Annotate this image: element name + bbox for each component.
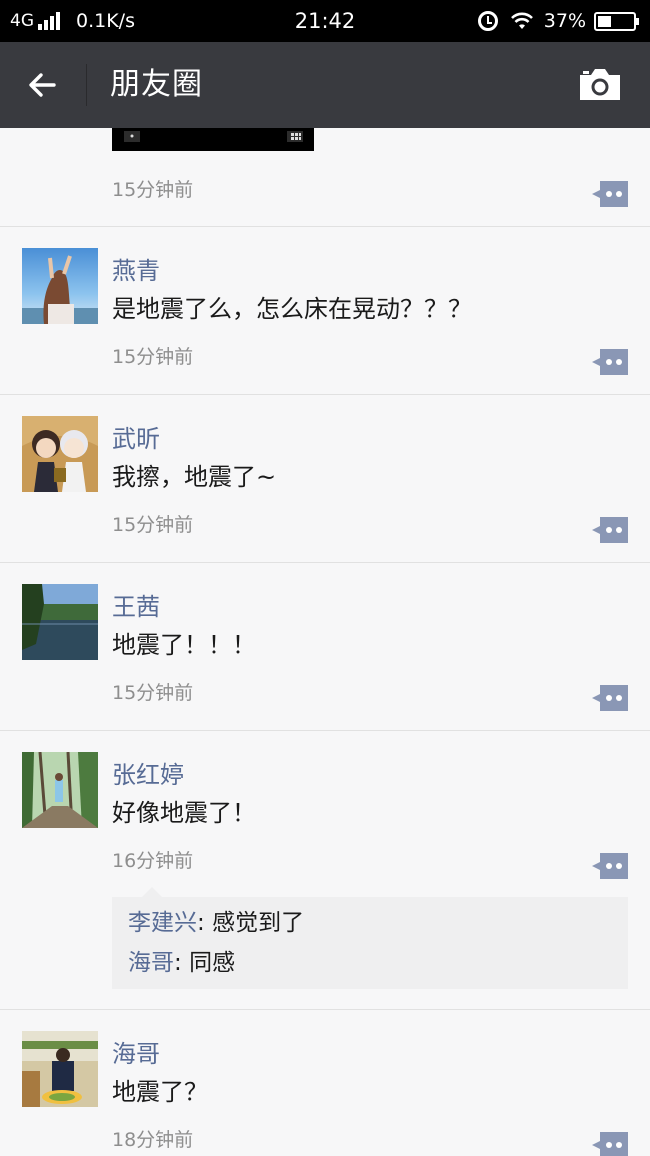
post-time: 15分钟前 [112,179,194,201]
moment-post: 武昕 我擦，地震了~ 15分钟前 [0,395,650,563]
moment-post: 15分钟前 [0,128,650,227]
comment-bubble-icon[interactable] [592,853,628,879]
battery-icon [594,11,639,31]
post-text: 好像地震了！ [112,799,256,827]
post-author[interactable]: 王茜 [112,587,160,622]
post-author[interactable]: 燕青 [112,251,160,286]
comment-bubble-icon[interactable] [592,1132,628,1156]
post-time: 16分钟前 [112,850,194,872]
comment-bubble-icon[interactable] [592,517,628,543]
post-author[interactable]: 武昕 [112,419,160,454]
avatar[interactable] [22,584,98,660]
comment-separator: : [174,950,190,976]
comment-list: 李建兴: 感觉到了 海哥: 同感 [112,887,628,989]
moment-post: 张红婷 好像地震了！ 16分钟前 李建兴: 感觉到了 海哥: 同感 [0,731,650,1010]
avatar[interactable] [22,1031,98,1107]
moment-post: 王茜 地震了！！！ 15分钟前 [0,563,650,731]
wifi-icon [510,12,533,29]
post-text: 我擦，地震了~ [112,463,277,491]
alarm-icon [477,11,498,31]
post-time: 15分钟前 [112,682,194,704]
status-bar: 4G 0.1K/s 21:42 37% [0,0,650,42]
arrow-left-icon[interactable] [22,64,64,106]
post-image[interactable] [112,128,314,151]
post-author[interactable]: 海哥 [112,1034,160,1069]
comment-bubble-icon[interactable] [592,685,628,711]
comment-text: 同感 [189,950,236,976]
status-right: 37% [477,0,639,42]
comment-text: 感觉到了 [212,910,305,936]
moment-post: 燕青 是地震了么，怎么床在晃动？？？ 15分钟前 [0,227,650,395]
post-text: 是地震了么，怎么床在晃动？？？ [112,295,472,323]
post-time: 15分钟前 [112,514,194,536]
post-text: 地震了？ [112,1078,208,1106]
moment-post: 海哥 地震了？ 18分钟前 [0,1010,650,1156]
title-divider [86,64,87,106]
avatar[interactable] [22,248,98,324]
comment-author[interactable]: 海哥 [128,950,174,976]
comment-item[interactable]: 海哥: 同感 [128,943,612,983]
comment-item[interactable]: 李建兴: 感觉到了 [128,903,612,943]
avatar[interactable] [22,416,98,492]
camera-icon[interactable] [578,66,622,102]
comment-arrow [142,887,162,897]
post-time: 18分钟前 [112,1129,194,1151]
battery-percent: 37% [543,10,586,32]
post-author[interactable]: 张红婷 [112,755,184,790]
comment-bubble-icon[interactable] [592,349,628,375]
page-title: 朋友圈 [110,67,203,102]
post-text: 地震了！！！ [112,631,256,659]
avatar[interactable] [22,752,98,828]
post-time: 15分钟前 [112,346,194,368]
comment-author[interactable]: 李建兴 [128,910,197,936]
moments-feed[interactable]: 15分钟前 燕青 是地震了么，怎么床在晃动？？？ 15分钟前 武昕 我擦，地震了… [0,128,650,1156]
title-bar: 朋友圈 [0,42,650,128]
comment-separator: : [197,910,213,936]
comment-bubble-icon[interactable] [592,181,628,207]
